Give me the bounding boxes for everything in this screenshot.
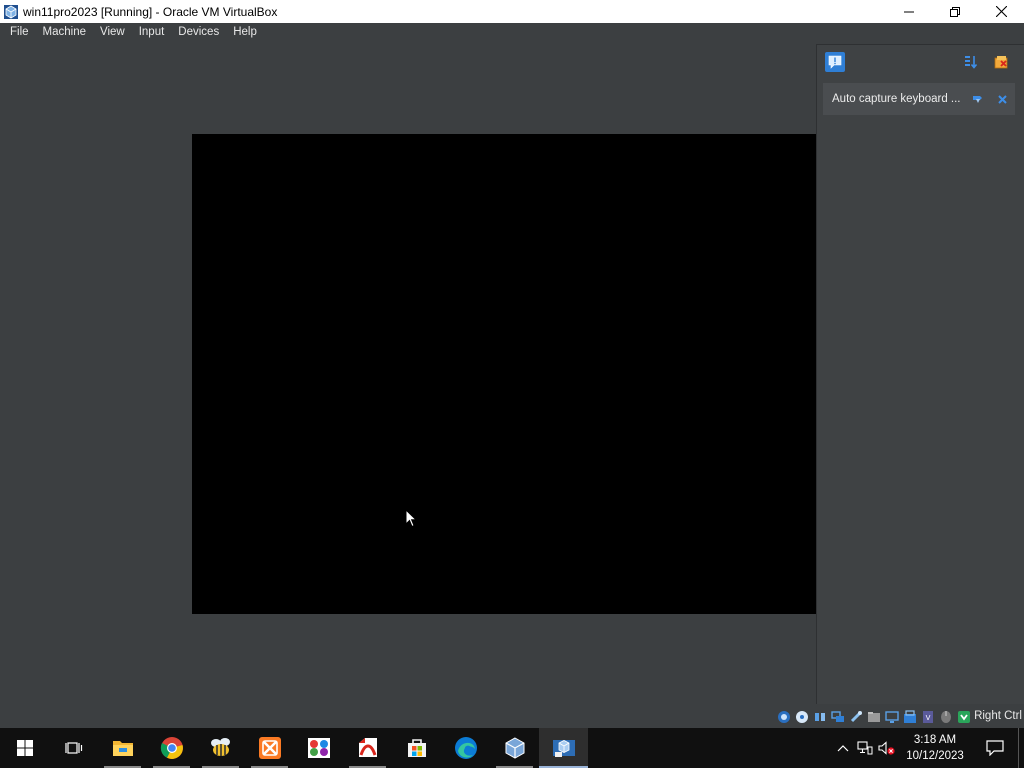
virtualbox-manager-icon [505, 737, 524, 759]
menu-file[interactable]: File [3, 23, 36, 42]
vm-display-area[interactable]: Auto capture keyboard ... [0, 42, 1024, 706]
action-center-button[interactable] [972, 728, 1018, 768]
toggle-icon [973, 96, 982, 103]
clear-all-icon [994, 56, 1008, 69]
notification-text: Auto capture keyboard ... [832, 93, 961, 105]
menu-input[interactable]: Input [132, 23, 172, 42]
microsoft-store-icon [407, 739, 426, 757]
taskbar-file-explorer[interactable] [98, 728, 147, 768]
restore-icon [950, 6, 960, 17]
hard-disk-icon[interactable] [776, 709, 792, 725]
menu-view[interactable]: View [93, 23, 132, 42]
taskbar-acrobat[interactable] [343, 728, 392, 768]
audio-icon[interactable] [812, 709, 828, 725]
taskbar-edge[interactable] [441, 728, 490, 768]
menu-devices[interactable]: Devices [171, 23, 226, 42]
minimize-button[interactable] [886, 0, 932, 23]
task-view-icon [64, 742, 82, 754]
paint-app-icon [307, 738, 330, 758]
taskbar-clock[interactable]: 3:18 AM 10/12/2023 [898, 732, 972, 764]
optical-drive-icon[interactable] [794, 709, 810, 725]
show-desktop-button[interactable] [1018, 728, 1024, 768]
menu-machine[interactable]: Machine [36, 23, 93, 42]
volume-muted-icon [878, 741, 895, 755]
taskbar-chrome[interactable] [147, 728, 196, 768]
notification-center-panel: Auto capture keyboard ... [816, 44, 1024, 704]
cpu-icon[interactable]: V [920, 709, 936, 725]
taskbar: 3:18 AM 10/12/2023 [0, 728, 1024, 768]
close-icon [997, 94, 1007, 104]
virtualbox-vm-icon [552, 740, 575, 757]
keyboard-icon[interactable] [956, 709, 972, 725]
sort-icon [965, 56, 978, 69]
notification-toggle-button[interactable] [967, 94, 989, 104]
close-button[interactable] [978, 0, 1024, 23]
network-icon [857, 741, 873, 755]
chevron-up-icon [837, 745, 849, 752]
taskbar-virtualbox-manager[interactable] [490, 728, 539, 768]
system-tray: 3:18 AM 10/12/2023 [832, 728, 1024, 768]
taskbar-xampp[interactable] [245, 728, 294, 768]
guest-screen[interactable] [192, 134, 816, 614]
start-button[interactable] [0, 728, 49, 768]
display-icon[interactable] [884, 709, 900, 725]
mouse-cursor-icon [405, 509, 417, 528]
task-view-button[interactable] [49, 728, 98, 768]
acrobat-icon [358, 738, 377, 757]
file-explorer-icon [112, 741, 133, 756]
maximize-button[interactable] [932, 0, 978, 23]
start-icon [16, 740, 33, 756]
notification-center-button[interactable] [825, 52, 845, 72]
virtualbox-icon[interactable] [3, 4, 19, 20]
usb-icon[interactable] [848, 709, 864, 725]
taskbar-virtualbox-vm[interactable] [539, 728, 588, 768]
edge-icon [454, 737, 477, 759]
notification-item[interactable]: Auto capture keyboard ... [823, 83, 1015, 115]
shared-folders-icon[interactable] [866, 709, 882, 725]
sort-button[interactable] [961, 52, 981, 72]
menu-help[interactable]: Help [226, 23, 264, 42]
clock-time: 3:18 AM [913, 734, 957, 746]
host-key-label[interactable]: Right Ctrl [974, 710, 1022, 722]
minimize-icon [904, 11, 914, 12]
xampp-icon [258, 737, 281, 759]
chrome-icon [160, 737, 183, 759]
video-capture-icon[interactable] [902, 709, 918, 725]
clock-date: 10/12/2023 [906, 750, 964, 762]
notification-icon [986, 740, 1004, 756]
mouse-integration-icon[interactable] [938, 709, 954, 725]
bee-app-icon [210, 738, 230, 756]
menu-bar: File Machine View Input Devices Help [0, 23, 1024, 42]
taskbar-paint-app[interactable] [294, 728, 343, 768]
clear-all-button[interactable] [991, 52, 1011, 72]
title-bar: win11pro2023 [Running] - Oracle VM Virtu… [0, 0, 1024, 23]
show-hidden-icons-button[interactable] [832, 728, 854, 768]
notification-center-icon [828, 55, 842, 69]
volume-tray-button[interactable] [876, 728, 898, 768]
notification-close-button[interactable] [989, 94, 1015, 104]
vm-status-bar: V Right Ctrl [0, 706, 1024, 728]
svg-text:V: V [926, 714, 931, 722]
window-title: win11pro2023 [Running] - Oracle VM Virtu… [23, 4, 278, 19]
status-icons: V [776, 709, 972, 725]
taskbar-microsoft-store[interactable] [392, 728, 441, 768]
network-tray-button[interactable] [854, 728, 876, 768]
taskbar-bee-app[interactable] [196, 728, 245, 768]
network-icon[interactable] [830, 709, 846, 725]
close-icon [995, 6, 1007, 17]
